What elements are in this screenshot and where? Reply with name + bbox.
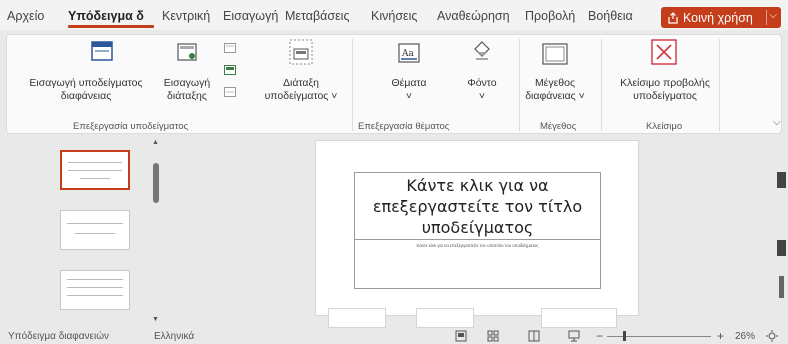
notes-indicator-icon[interactable] [777, 172, 786, 188]
normal-view-icon[interactable] [455, 330, 467, 342]
slide-thumbnails-pane [0, 136, 163, 328]
title-placeholder[interactable]: Κάντε κλικ για να επεξεργαστείτε τον τίτ… [355, 173, 600, 240]
insert-slide-master-label-2: διαφάνειας [60, 90, 112, 102]
thumb-line [67, 287, 123, 288]
share-label: Κοινή χρήση [683, 10, 753, 25]
tab-insert[interactable]: Εισαγωγή [223, 9, 278, 23]
group-label-edit-master: Επεξεργασία υποδείγματος [73, 121, 189, 132]
themes-button[interactable]: Θέματα ˅ [369, 77, 449, 103]
delete-icon[interactable] [224, 43, 236, 53]
master-layout-label: Διάταξη [282, 77, 320, 89]
subtitle-placeholder[interactable]: Κάντε κλικ για να επεξεργαστείτε τον υπό… [355, 243, 600, 248]
thumb-line [68, 162, 122, 163]
svg-text:Aa: Aa [401, 49, 414, 59]
close-master-label-2: υποδείγματος [633, 90, 697, 102]
insert-slide-master-label: Εισαγωγή υποδείγματος [29, 77, 143, 89]
tab-view[interactable]: Προβολή [525, 9, 575, 23]
right-edge-strip [775, 136, 788, 328]
group-label-close: Κλείσιμο [646, 121, 683, 132]
scroll-down-icon[interactable]: ▼ [152, 316, 159, 323]
powerpoint-window: Αρχείο Υπόδειγμα δ Κεντρική Εισαγωγή Μετ… [0, 0, 788, 344]
thumb-line [75, 233, 115, 234]
slideshow-icon[interactable] [568, 330, 580, 342]
zoom-slider-knob[interactable] [623, 331, 626, 341]
group-separator [719, 39, 720, 131]
slide-size-icon [542, 43, 568, 65]
thumbnail-layout-2[interactable] [60, 270, 130, 310]
insert-slide-master-button[interactable]: Εισαγωγή υποδείγματος διαφάνειας [7, 77, 165, 103]
close-master-view-button[interactable]: Κλείσιμο προβολής υποδείγματος [613, 77, 717, 103]
chevron-down-icon[interactable]: ⌵ [769, 10, 777, 21]
background-label-2: ˅ [478, 90, 486, 102]
tab-home[interactable]: Κεντρική [162, 9, 210, 23]
ribbon: Εισαγωγή υποδείγματος διαφάνειας Εισαγωγ… [6, 34, 782, 134]
fit-to-window-icon[interactable] [766, 330, 778, 342]
pane-toggle-icon[interactable] [777, 240, 786, 256]
insert-layout-label-2: διάταξης [167, 90, 207, 102]
zoom-in-button[interactable]: + [717, 329, 724, 343]
share-divider [766, 10, 767, 25]
tab-animations[interactable]: Κινήσεις [371, 9, 417, 23]
group-label-size: Μέγεθος [540, 121, 577, 132]
next-slide-preview [416, 308, 474, 328]
master-layout-icon [289, 39, 313, 65]
slide-size-label: Μέγεθος [534, 77, 576, 89]
background-button[interactable]: Φόντο ˅ [455, 77, 509, 103]
tab-review[interactable]: Αναθεώρηση [437, 9, 510, 23]
thumbnails-scroll-thumb[interactable] [153, 163, 159, 203]
insert-layout-label: Εισαγωγή [163, 77, 211, 89]
rename-icon[interactable] [224, 65, 236, 75]
slide-size-label-2: διαφάνειας ˅ [525, 90, 585, 102]
close-master-label: Κλείσιμο προβολής [620, 77, 710, 89]
group-separator [601, 39, 602, 131]
thumbnail-slide-master[interactable] [60, 150, 130, 190]
collapse-ribbon-chevron-icon[interactable]: ⌵ [773, 117, 781, 128]
themes-icon: Aa [398, 43, 420, 63]
view-mode-label: Υπόδειγμα διαφανειών [8, 331, 110, 342]
themes-label: Θέματα [391, 77, 427, 89]
preserve-icon[interactable] [224, 87, 236, 97]
close-master-icon [651, 39, 677, 65]
themes-label-2: ˅ [405, 90, 413, 102]
slide-editing-area: Κάντε κλικ για να επεξεργαστείτε τον τίτ… [163, 136, 775, 328]
insert-layout-button[interactable]: Εισαγωγή διάταξης [157, 77, 217, 103]
reading-view-icon[interactable] [528, 330, 540, 342]
slide-size-button[interactable]: Μέγεθος διαφάνειας ˅ [515, 77, 595, 103]
next-slide-preview [328, 308, 386, 328]
thumbnail-layout-1[interactable] [60, 210, 130, 250]
slide-canvas[interactable]: Κάντε κλικ για να επεξεργαστείτε τον τίτ… [315, 140, 639, 316]
language-label[interactable]: Ελληνικά [154, 331, 194, 342]
thumb-line [67, 295, 123, 296]
ribbon-tabs: Αρχείο Υπόδειγμα δ Κεντρική Εισαγωγή Μετ… [0, 0, 788, 30]
slide-master-icon [91, 41, 113, 61]
share-button[interactable]: Κοινή χρήση ⌵ [661, 7, 781, 28]
thumb-line [80, 178, 110, 179]
zoom-level[interactable]: 26% [735, 331, 755, 342]
vertical-scroll-icon[interactable] [779, 276, 784, 298]
status-bar: Υπόδειγμα διαφανειών Ελληνικά − + 26% [0, 328, 788, 344]
tab-slide-master[interactable]: Υπόδειγμα δ [68, 9, 144, 23]
scroll-up-icon[interactable]: ▲ [152, 139, 159, 146]
thumb-line [67, 223, 123, 224]
tab-file[interactable]: Αρχείο [7, 9, 44, 23]
group-label-edit-theme: Επεξεργασία θέματος [358, 121, 450, 132]
thumb-line [68, 170, 122, 171]
master-layout-label-2: υποδείγματος ˅ [264, 90, 338, 102]
master-layout-button[interactable]: Διάταξη υποδείγματος ˅ [257, 77, 345, 103]
insert-layout-icon [177, 43, 197, 61]
thumb-line [67, 279, 123, 280]
slide-sorter-icon[interactable] [487, 330, 499, 342]
next-slide-preview [541, 308, 617, 328]
active-tab-indicator [68, 25, 154, 28]
title-layout-frame: Κάντε κλικ για να επεξεργαστείτε τον τίτ… [354, 172, 601, 289]
tab-transitions[interactable]: Μεταβάσεις [285, 9, 349, 23]
group-separator [352, 39, 353, 131]
background-label: Φόντο [467, 77, 497, 89]
tab-help[interactable]: Βοήθεια [588, 9, 633, 23]
background-icon [474, 41, 490, 60]
zoom-out-button[interactable]: − [596, 329, 603, 343]
share-icon [668, 11, 678, 24]
